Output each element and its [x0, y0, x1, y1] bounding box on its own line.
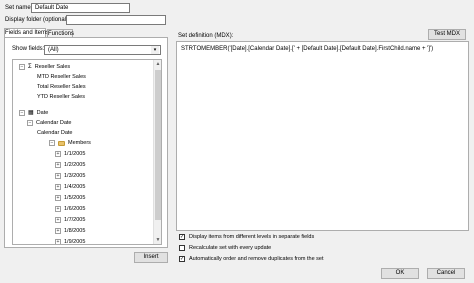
expand-icon[interactable]: + [55, 151, 61, 157]
show-fields-value: (All) [48, 47, 59, 53]
chevron-down-icon[interactable]: ▾ [151, 46, 159, 54]
tab-fields-and-items[interactable]: Fields and Items [4, 28, 49, 37]
tree-item-label: 1/9/2005 [64, 239, 86, 245]
tab-functions[interactable]: Functions [47, 29, 74, 37]
tree-item-label: YTD Reseller Sales [37, 94, 85, 100]
set-definition-text: STRTOMEMBER('[Date].[Calendar Date].[' +… [181, 46, 434, 52]
tree-item-label: 1/2/2005 [64, 162, 86, 168]
tree-item-label: MTD Reseller Sales [37, 74, 86, 80]
tree-item-label: Reseller Sales [34, 64, 71, 70]
insert-button[interactable]: Insert [134, 252, 168, 263]
set-name-input[interactable]: Default Date [31, 3, 130, 13]
checkbox-checked-icon[interactable]: ✓ [179, 234, 185, 240]
sigma-icon: Σ [28, 64, 32, 70]
tree-item-member[interactable]: + 1/4/2005 [55, 182, 85, 192]
show-fields-select[interactable]: (All) ▾ [44, 45, 161, 55]
scroll-down-arrow-icon[interactable]: ▼ [154, 236, 161, 244]
tree-item-member[interactable]: + 1/1/2005 [55, 149, 85, 159]
tree-item-calendar-date-level[interactable]: Calendar Date [37, 128, 72, 138]
tree-item-label: Calendar Date [36, 120, 72, 126]
set-definition-editor[interactable]: STRTOMEMBER('[Date].[Calendar Date].[' +… [176, 41, 469, 231]
tree-item-date[interactable]: − ▦ Date [19, 108, 48, 118]
scroll-up-arrow-icon[interactable]: ▲ [154, 60, 161, 68]
tree-item-label: 1/4/2005 [64, 184, 86, 190]
display-folder-input[interactable] [66, 15, 166, 25]
expand-icon[interactable]: + [55, 162, 61, 168]
tree-item-member[interactable]: + 1/9/2005 [55, 237, 86, 245]
tree-item-label: 1/1/2005 [64, 151, 86, 157]
test-mdx-button[interactable]: Test MDX [428, 29, 466, 40]
tree-item-member[interactable]: + 1/5/2005 [55, 193, 85, 203]
tree-item-member[interactable]: + 1/2/2005 [55, 160, 85, 170]
option-separate-fields[interactable]: ✓ Display items from different levels in… [179, 234, 314, 240]
show-fields-label: Show fields: [12, 46, 45, 52]
tree-item-label: 1/7/2005 [64, 217, 86, 223]
tree-item-calendar-date[interactable]: − Calendar Date [27, 118, 71, 128]
tree-item-label: 1/5/2005 [64, 195, 86, 201]
option-label: Recalculate set with every update [189, 245, 272, 251]
collapse-icon[interactable]: − [19, 64, 25, 70]
collapse-icon[interactable]: − [27, 120, 33, 126]
expand-icon[interactable]: + [55, 217, 61, 223]
set-name-label: Set name: [5, 5, 33, 11]
option-recalculate[interactable]: Recalculate set with every update [179, 245, 271, 251]
field-tree: − Σ Reseller Sales MTD Reseller Sales To… [12, 59, 162, 245]
tree-item-mtd-reseller-sales[interactable]: MTD Reseller Sales [37, 72, 86, 82]
tree-item-ytd-reseller-sales[interactable]: YTD Reseller Sales [37, 92, 85, 102]
expand-icon[interactable]: + [55, 228, 61, 234]
expand-icon[interactable]: + [55, 173, 61, 179]
cancel-button[interactable]: Cancel [427, 268, 465, 279]
folder-icon [58, 140, 65, 146]
tree-item-label: 1/3/2005 [64, 173, 86, 179]
tree-item-members[interactable]: − Members [49, 138, 91, 148]
tree-item-member[interactable]: + 1/7/2005 [55, 215, 85, 225]
tree-item-label: Total Reseller Sales [37, 84, 86, 90]
tree-item-reseller-sales[interactable]: − Σ Reseller Sales [19, 62, 70, 72]
collapse-icon[interactable]: − [19, 110, 25, 116]
collapse-icon[interactable]: − [49, 140, 55, 146]
tree-item-label: Members [68, 140, 91, 146]
scrollbar-thumb[interactable] [155, 70, 161, 220]
tree-item-label: 1/6/2005 [64, 206, 86, 212]
expand-icon[interactable]: + [55, 195, 61, 201]
expand-icon[interactable]: + [55, 239, 61, 244]
tree-scrollbar[interactable]: ▲ ▼ [153, 60, 161, 244]
expand-icon[interactable]: + [55, 206, 61, 212]
expand-icon[interactable]: + [55, 184, 61, 190]
set-definition-label: Set definition (MDX): [178, 33, 234, 39]
option-label: Display items from different levels in s… [189, 234, 315, 240]
tree-item-member[interactable]: + 1/8/2005 [55, 226, 85, 236]
display-folder-label: Display folder (optional): [5, 17, 70, 23]
option-label: Automatically order and remove duplicate… [189, 256, 324, 262]
tree-item-member[interactable]: + 1/3/2005 [55, 171, 85, 181]
tree-item-member[interactable]: + 1/6/2005 [55, 204, 85, 214]
tree-item-label: 1/8/2005 [64, 228, 86, 234]
option-auto-order[interactable]: ✓ Automatically order and remove duplica… [179, 256, 324, 262]
table-icon: ▦ [28, 110, 34, 116]
checkbox-checked-icon[interactable]: ✓ [179, 256, 185, 262]
tree-item-label: Calendar Date [37, 130, 73, 136]
ok-button[interactable]: OK [381, 268, 419, 279]
tree-item-total-reseller-sales[interactable]: Total Reseller Sales [37, 82, 86, 92]
tree-item-label: Date [36, 110, 49, 116]
checkbox-unchecked-icon[interactable] [179, 245, 185, 251]
fields-panel: Show fields: (All) ▾ − Σ Reseller Sales … [4, 37, 168, 248]
